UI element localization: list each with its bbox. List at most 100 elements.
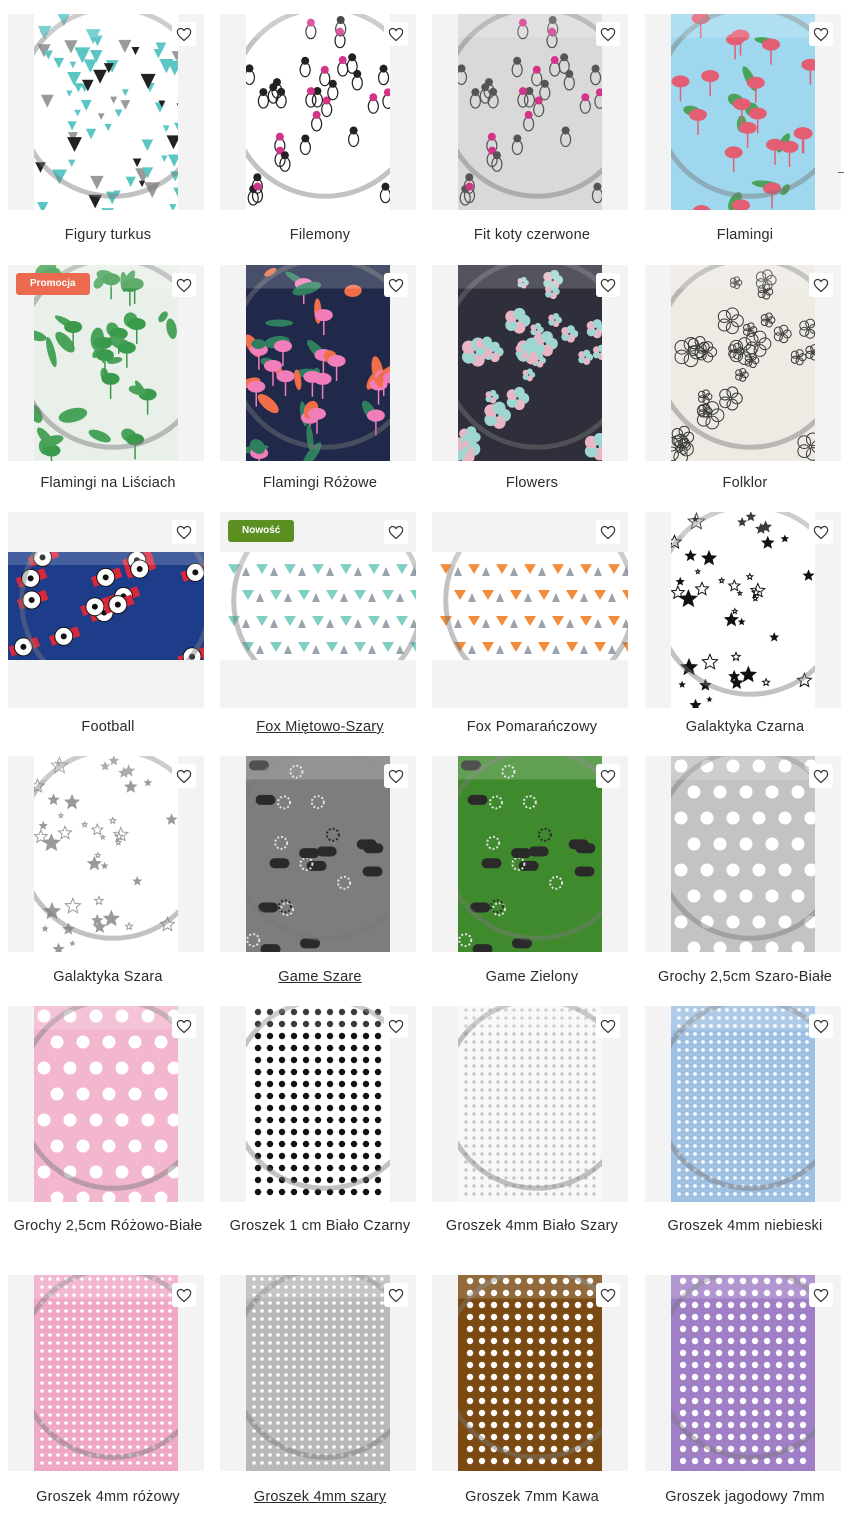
product-title[interactable]: Game Szare — [220, 966, 420, 988]
favorite-button[interactable] — [172, 22, 196, 46]
product-card[interactable]: Fit koty czerwone — [432, 14, 632, 274]
product-card[interactable]: Football — [8, 512, 208, 766]
product-title[interactable]: Galaktyka Czarna — [645, 716, 845, 738]
product-image[interactable] — [8, 512, 204, 708]
product-card[interactable]: Groszek 7mm Kawa — [432, 1275, 632, 1536]
favorite-button[interactable] — [809, 1014, 833, 1038]
favorite-button[interactable] — [809, 22, 833, 46]
product-image[interactable] — [432, 512, 628, 708]
product-image[interactable] — [645, 512, 841, 708]
product-card[interactable]: Groszek 4mm Biało Szary — [432, 1006, 632, 1265]
favorite-button[interactable] — [384, 764, 408, 788]
product-image[interactable] — [8, 1275, 204, 1471]
product-image[interactable] — [432, 1006, 628, 1202]
product-card[interactable]: Flamingi — [645, 14, 845, 274]
product-title[interactable]: Groszek 4mm Biało Szary — [432, 1215, 632, 1237]
product-title[interactable]: Game Zielony — [432, 966, 632, 988]
fabric-swatch — [458, 265, 602, 461]
product-title[interactable]: Grochy 2,5cm Różowo-Białe — [8, 1215, 208, 1237]
product-image[interactable] — [432, 1275, 628, 1471]
product-card[interactable]: Filemony — [220, 14, 420, 274]
favorite-button[interactable] — [384, 520, 408, 544]
product-image[interactable] — [645, 756, 841, 952]
product-title[interactable]: Flamingi Różowe — [220, 472, 420, 494]
fabric-swatch — [220, 552, 416, 660]
product-card[interactable]: Game Szare — [220, 756, 420, 1016]
product-card[interactable]: Game Zielony — [432, 756, 632, 1016]
favorite-button[interactable] — [596, 273, 620, 297]
favorite-button[interactable] — [809, 764, 833, 788]
product-image[interactable] — [220, 1275, 416, 1471]
product-card[interactable]: Galaktyka Szara — [8, 756, 208, 1016]
favorite-button[interactable] — [809, 273, 833, 297]
product-title[interactable]: Groszek jagodowy 7mm — [645, 1486, 845, 1508]
product-image[interactable] — [432, 756, 628, 952]
product-image[interactable] — [220, 756, 416, 952]
product-card[interactable]: Groszek 4mm różowy — [8, 1275, 208, 1536]
favorite-button[interactable] — [809, 520, 833, 544]
product-image[interactable] — [8, 1006, 204, 1202]
favorite-button[interactable] — [172, 520, 196, 544]
favorite-button[interactable] — [172, 273, 196, 297]
product-image[interactable] — [8, 14, 204, 210]
favorite-button[interactable] — [596, 764, 620, 788]
product-card[interactable]: Flowers — [432, 265, 632, 522]
product-card[interactable]: Fox Pomarańczowy — [432, 512, 632, 766]
product-title[interactable]: Groszek 4mm niebieski — [645, 1215, 845, 1237]
product-title[interactable]: Folklor — [645, 472, 845, 494]
product-card[interactable]: Groszek 4mm niebieski — [645, 1006, 845, 1265]
product-title[interactable]: Groszek 1 cm Biało Czarny — [220, 1215, 420, 1237]
favorite-button[interactable] — [384, 1283, 408, 1307]
product-image[interactable]: Nowość — [220, 512, 416, 708]
favorite-button[interactable] — [596, 1283, 620, 1307]
product-image[interactable] — [8, 756, 204, 952]
product-title[interactable]: Football — [8, 716, 208, 738]
product-image[interactable] — [645, 14, 841, 210]
product-title[interactable]: Filemony — [220, 224, 420, 246]
product-title[interactable]: Groszek 7mm Kawa — [432, 1486, 632, 1508]
product-image[interactable] — [432, 265, 628, 461]
product-image[interactable] — [645, 1006, 841, 1202]
product-image[interactable] — [645, 265, 841, 461]
favorite-button[interactable] — [596, 520, 620, 544]
scroll-edge-marker — [838, 172, 844, 173]
product-card[interactable]: Grochy 2,5cm Szaro-Białe — [645, 756, 845, 1016]
product-card[interactable]: Figury turkus — [8, 14, 208, 274]
product-card[interactable]: Flamingi Różowe — [220, 265, 420, 522]
product-image[interactable] — [645, 1275, 841, 1471]
product-title[interactable]: Fox Pomarańczowy — [432, 716, 632, 738]
product-title[interactable]: Fit koty czerwone — [432, 224, 632, 246]
product-title[interactable]: Figury turkus — [8, 224, 208, 246]
favorite-button[interactable] — [596, 1014, 620, 1038]
product-image[interactable] — [220, 265, 416, 461]
product-card[interactable]: Groszek jagodowy 7mm — [645, 1275, 845, 1536]
product-image[interactable] — [432, 14, 628, 210]
product-card[interactable]: Grochy 2,5cm Różowo-Białe — [8, 1006, 208, 1265]
product-card[interactable]: Promocja Flamingi na Liściach — [8, 265, 208, 522]
product-title[interactable]: Groszek 4mm szary — [220, 1486, 420, 1508]
product-card[interactable]: Nowość Fox Miętowo-Szary — [220, 512, 420, 766]
product-title[interactable]: Fox Miętowo-Szary — [220, 716, 420, 738]
product-title[interactable]: Flamingi na Liściach — [8, 472, 208, 494]
product-image[interactable] — [220, 1006, 416, 1202]
favorite-button[interactable] — [384, 273, 408, 297]
product-card[interactable]: Groszek 4mm szary — [220, 1275, 420, 1536]
product-card[interactable]: Folklor — [645, 265, 845, 522]
favorite-button[interactable] — [809, 1283, 833, 1307]
product-title[interactable]: Galaktyka Szara — [8, 966, 208, 988]
favorite-button[interactable] — [172, 1014, 196, 1038]
favorite-button[interactable] — [172, 764, 196, 788]
product-card[interactable]: Galaktyka Czarna — [645, 512, 845, 766]
product-title[interactable]: Groszek 4mm różowy — [8, 1486, 208, 1508]
product-image[interactable]: Promocja — [8, 265, 204, 461]
favorite-button[interactable] — [596, 22, 620, 46]
product-card[interactable]: Groszek 1 cm Biało Czarny — [220, 1006, 420, 1265]
heart-outline-icon — [388, 27, 404, 41]
product-image[interactable] — [220, 14, 416, 210]
favorite-button[interactable] — [384, 1014, 408, 1038]
product-title[interactable]: Grochy 2,5cm Szaro-Białe — [645, 966, 845, 988]
product-title[interactable]: Flamingi — [645, 224, 845, 246]
product-title[interactable]: Flowers — [432, 472, 632, 494]
favorite-button[interactable] — [384, 22, 408, 46]
favorite-button[interactable] — [172, 1283, 196, 1307]
